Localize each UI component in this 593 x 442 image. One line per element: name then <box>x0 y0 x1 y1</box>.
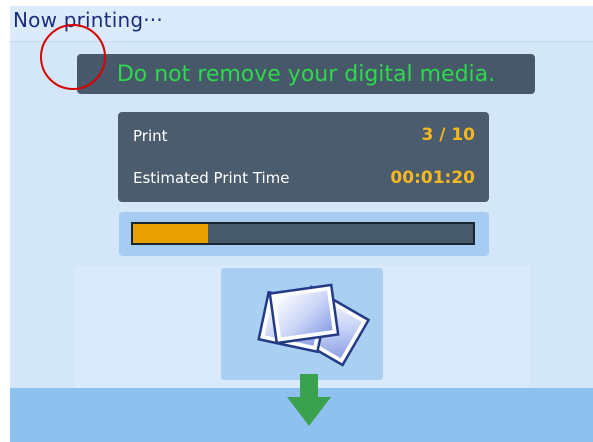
print-count-value: 3 / 10 <box>421 125 475 145</box>
print-time-label: Estimated Print Time <box>133 169 290 187</box>
print-count-label: Print <box>133 127 168 145</box>
print-info-panel: Print 3 / 10 Estimated Print Time 00:01:… <box>118 112 489 202</box>
warning-message: Do not remove your digital media. <box>116 61 496 87</box>
progress-bar <box>131 222 475 245</box>
printing-screen: Now printing··· Do not remove your digit… <box>10 6 593 442</box>
icon-box <box>221 268 383 380</box>
photos-stack-icon <box>257 283 371 367</box>
progress-fill <box>133 224 208 243</box>
arrow-down-icon <box>287 374 331 426</box>
warning-banner: Do not remove your digital media. <box>77 54 535 94</box>
progress-frame <box>119 212 489 256</box>
annotation-circle <box>40 24 106 90</box>
print-time-value: 00:01:20 <box>390 168 475 188</box>
